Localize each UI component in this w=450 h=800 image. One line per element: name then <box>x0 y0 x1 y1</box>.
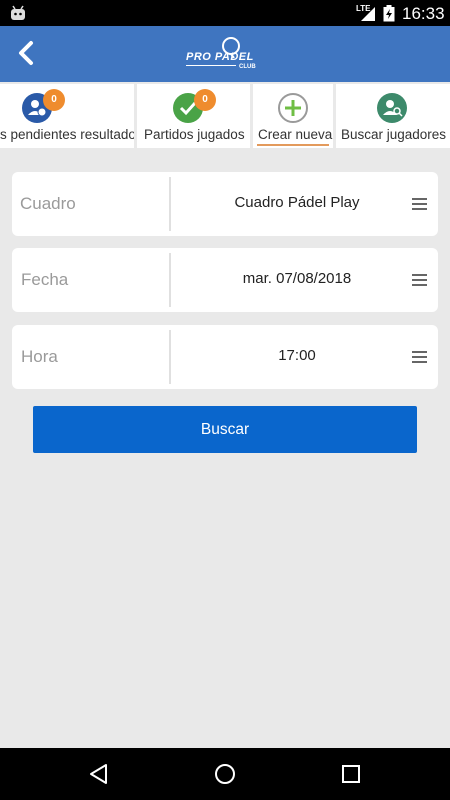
chevron-left-icon[interactable] <box>14 40 38 66</box>
tab-bar: 0 s pendientes resultado 0 Partidos juga… <box>0 82 450 150</box>
clock: 16:33 <box>402 4 445 23</box>
app-logo: PRO PADEL CLUB <box>184 36 268 74</box>
user-search-icon <box>377 93 407 123</box>
fecha-label: Fecha <box>21 270 69 289</box>
logo-text: PRO PADEL <box>186 51 254 63</box>
cuadro-label: Cuadro <box>20 194 76 213</box>
signal-icon <box>361 7 375 21</box>
tab-label: s pendientes resultado <box>0 127 134 142</box>
tab-create-new[interactable]: Crear nueva <box>253 84 333 148</box>
fecha-field[interactable]: Fecha mar. 07/08/2018 <box>12 248 438 312</box>
cuadro-field[interactable]: Cuadro Cuadro Pádel Play <box>12 172 438 236</box>
menu-icon[interactable] <box>412 274 428 286</box>
pending-count-badge: 0 <box>43 89 65 111</box>
tab-played-matches[interactable]: 0 Partidos jugados <box>137 84 250 148</box>
field-divider <box>169 330 171 384</box>
active-tab-indicator <box>257 144 329 146</box>
system-nav-bar <box>0 748 450 800</box>
battery-icon <box>383 5 395 22</box>
tab-label: Crear nueva <box>258 127 333 142</box>
tab-pending-results[interactable]: 0 s pendientes resultado <box>0 84 134 148</box>
plus-circle-icon <box>278 93 308 123</box>
app-bar: PRO PADEL CLUB <box>0 26 450 82</box>
menu-icon[interactable] <box>412 351 428 363</box>
field-divider <box>169 253 171 307</box>
home-nav-icon[interactable] <box>213 762 237 786</box>
back-nav-icon[interactable] <box>87 762 111 786</box>
logo-divider <box>186 65 236 66</box>
hora-field[interactable]: Hora 17:00 <box>12 325 438 389</box>
hora-value: 17:00 <box>278 347 316 364</box>
tab-label: Buscar jugadores <box>341 127 447 142</box>
logo-subtext: CLUB <box>239 64 256 70</box>
android-icon <box>11 5 25 20</box>
recents-nav-icon[interactable] <box>339 762 363 786</box>
cuadro-value: Cuadro Pádel Play <box>234 194 360 211</box>
search-button[interactable]: Buscar <box>33 406 417 453</box>
tab-search-players[interactable]: Buscar jugadores <box>336 84 450 148</box>
fecha-value: mar. 07/08/2018 <box>242 270 352 287</box>
hora-label: Hora <box>21 347 58 366</box>
status-bar: LTE 16:33 <box>0 0 450 26</box>
field-divider <box>169 177 171 231</box>
played-count-badge: 0 <box>194 89 216 111</box>
menu-icon[interactable] <box>412 198 428 210</box>
tab-label: Partidos jugados <box>144 127 245 142</box>
